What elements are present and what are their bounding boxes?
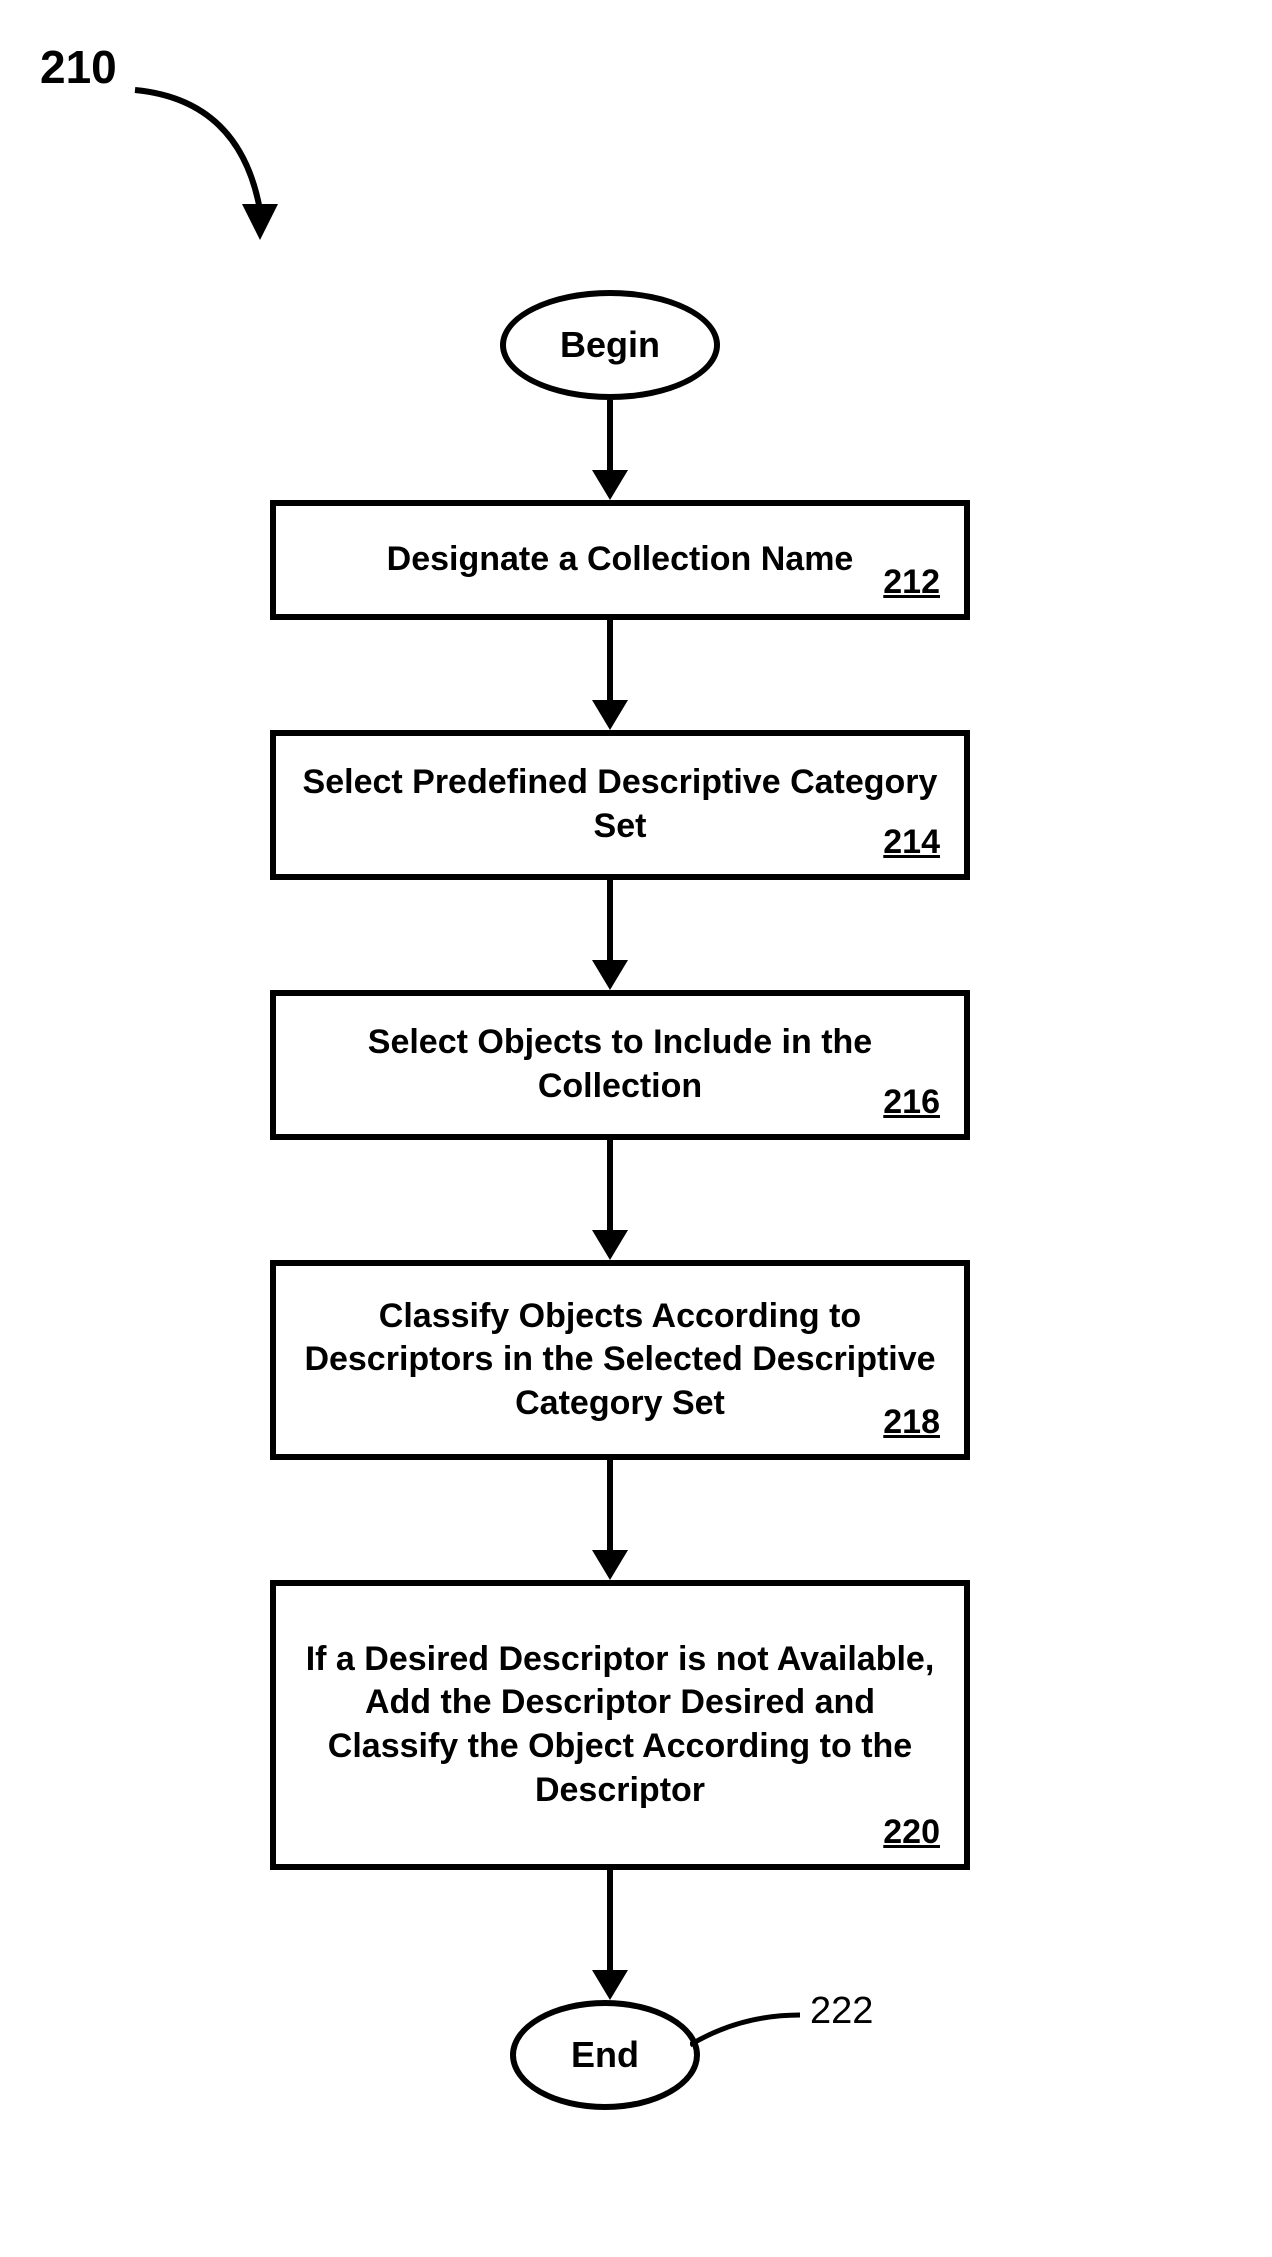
step-number: 218 [883, 1403, 940, 1442]
arrow-icon [580, 1140, 640, 1260]
process-step: Classify Objects According to Descriptor… [270, 1260, 970, 1460]
arrow-icon [580, 1870, 640, 2000]
process-step: If a Desired Descriptor is not Available… [270, 1580, 970, 1870]
arrow-icon [120, 70, 300, 240]
step-number: 220 [883, 1813, 940, 1852]
terminal-begin: Begin [500, 290, 720, 400]
flowchart-canvas: 210 Begin Designate a Collection Name 21… [0, 0, 1272, 2257]
terminal-end-text: End [571, 2034, 639, 2076]
figure-number-label: 210 [40, 40, 117, 94]
process-step: Designate a Collection Name 212 [270, 500, 970, 620]
end-reference-label: 222 [810, 1990, 873, 2033]
leader-line [690, 2010, 810, 2070]
terminal-end: End [510, 2000, 700, 2110]
step-text: Select Predefined Descriptive Category S… [300, 761, 940, 848]
arrow-icon [580, 1460, 640, 1580]
step-number: 214 [883, 823, 940, 862]
step-number: 216 [883, 1083, 940, 1122]
step-text: Designate a Collection Name [300, 538, 940, 582]
step-text: Select Objects to Include in the Collect… [300, 1021, 940, 1108]
process-step: Select Predefined Descriptive Category S… [270, 730, 970, 880]
step-text: Classify Objects According to Descriptor… [300, 1295, 940, 1426]
terminal-begin-text: Begin [560, 324, 660, 366]
arrow-icon [580, 620, 640, 730]
process-step: Select Objects to Include in the Collect… [270, 990, 970, 1140]
step-number: 212 [883, 563, 940, 602]
arrow-icon [580, 880, 640, 990]
arrow-icon [580, 400, 640, 500]
step-text: If a Desired Descriptor is not Available… [300, 1638, 940, 1812]
